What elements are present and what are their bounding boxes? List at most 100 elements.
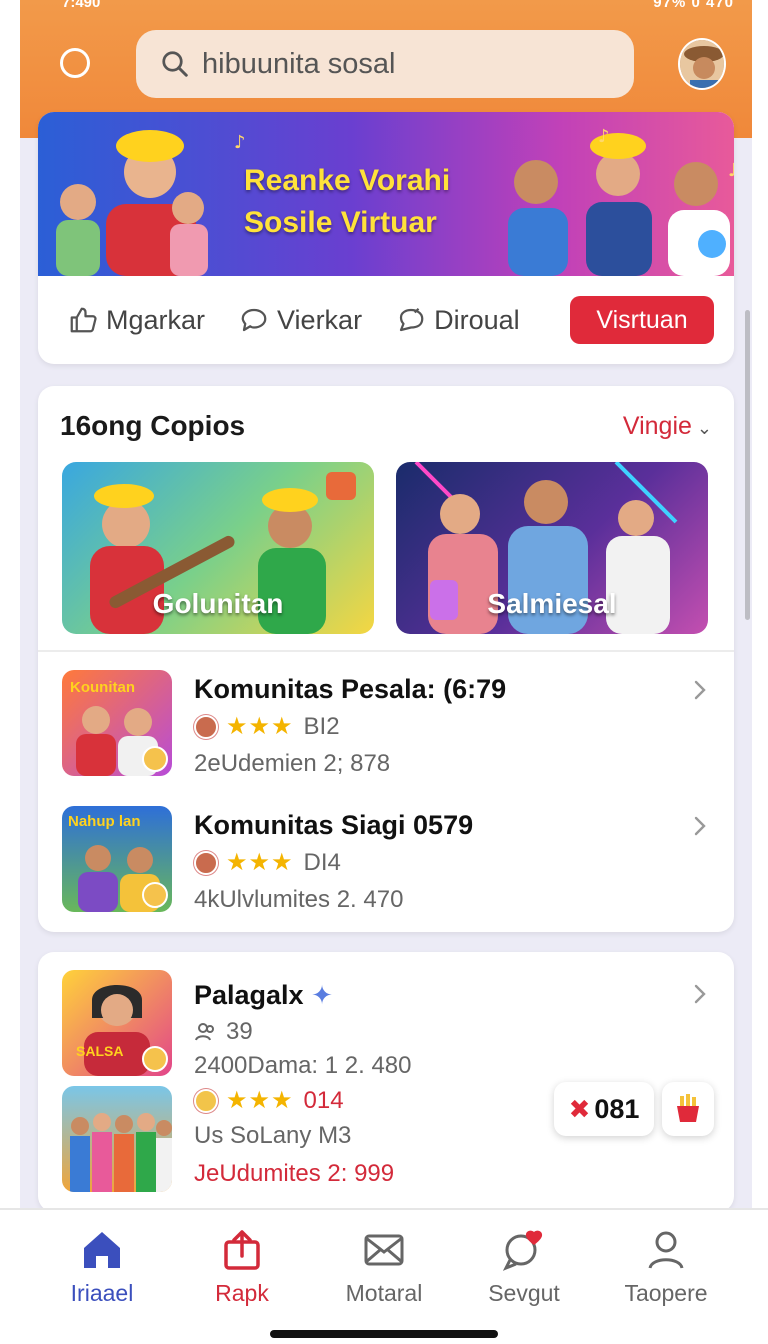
nav-home[interactable]: Iriaael — [32, 1226, 172, 1307]
community-subtitle: 2eUdemien 2; 878 — [194, 750, 391, 777]
banner-title: Reanke Vorahi Sosile Virtuar — [244, 160, 450, 244]
nav-mail-label: Motaral — [345, 1280, 423, 1306]
badge-icon — [194, 1088, 218, 1113]
music-badge-icon — [142, 746, 168, 772]
group-line-3: JeUdumites 2: 999 — [194, 1160, 395, 1187]
star-rating-icon: ★★★ — [226, 713, 294, 740]
group-rating: ★★★ 014 — [194, 1086, 344, 1115]
nav-chat[interactable]: Sevgut — [454, 1226, 594, 1307]
section-title: 16ong Copios — [60, 410, 246, 441]
share-bubble-icon — [399, 307, 424, 332]
group-photo — [62, 1086, 172, 1192]
divider — [38, 650, 734, 652]
status-bar: 7:490 97% 0 470 — [20, 0, 752, 14]
banner-title-line-2: Sosile Virtuar — [244, 206, 437, 239]
sparkle-icon: ✦ — [311, 980, 333, 1010]
svg-text:♪: ♪ — [234, 132, 246, 153]
group-members: 39 — [194, 1018, 253, 1046]
visit-button[interactable]: Visrtuan — [570, 296, 714, 344]
mail-icon — [364, 1234, 404, 1266]
action-comment[interactable]: Vierkar — [239, 305, 362, 336]
group-card[interactable]: SALSA Palagalx ✦ 39 2400Dama: 1 2. 480 ★… — [38, 952, 734, 1212]
banner-title-line-1: Reanke Vorahi — [244, 164, 451, 197]
chevron-right-icon[interactable] — [690, 814, 710, 838]
pill-value: 081 — [594, 1093, 640, 1124]
thumbs-up-icon — [70, 307, 97, 333]
community-title: Komunitas Siagi 0579 — [194, 810, 474, 840]
profile-icon — [648, 1231, 684, 1269]
badge-icon — [194, 850, 218, 875]
community-title: Komunitas Pesala: (6:79 — [194, 674, 507, 704]
community-thumb-label: Nahup lan — [68, 813, 141, 830]
svg-text:♪: ♪ — [598, 126, 610, 147]
action-comment-label: Vierkar — [277, 304, 363, 335]
chevron-right-icon[interactable] — [690, 678, 710, 702]
rating-code: DI4 — [303, 848, 341, 876]
floating-count-pill[interactable]: ✖ 081 — [554, 1082, 654, 1136]
nav-chat-label: Sevgut — [488, 1280, 560, 1306]
tile-1-label: Golunitan — [152, 588, 284, 619]
banner-actions: Mgarkar Vierkar Diroual Visrtuan — [38, 276, 734, 364]
community-thumbnail: Kounitan — [62, 670, 172, 776]
section-filter-dropdown[interactable]: Vingie ⌄ — [623, 412, 712, 441]
community-thumb-label: Kounitan — [70, 679, 135, 696]
communities-card: 16ong Copios Vingie ⌄ Golunitan Salmiesa… — [38, 386, 734, 932]
category-tile-1[interactable]: Golunitan — [62, 462, 374, 634]
group-line-2: Us SoLany M3 — [194, 1122, 352, 1149]
banner-image[interactable]: ♪ ♪ ♪ Reanke Vorahi Sosile Virtuar — [38, 112, 734, 276]
scrollbar[interactable] — [745, 310, 750, 620]
menu-circle-icon[interactable] — [60, 48, 90, 78]
member-count: 39 — [226, 1018, 253, 1045]
bottom-navigation: Iriaael Rapk Motaral Sevgut Taopere — [0, 1208, 768, 1344]
chevron-right-icon[interactable] — [690, 982, 710, 1006]
featured-banner-card: ♪ ♪ ♪ Reanke Vorahi Sosile Virtuar Mgark… — [38, 112, 734, 364]
action-like[interactable]: Mgarkar — [68, 305, 205, 336]
community-subtitle: 4kUlvlumites 2. 470 — [194, 886, 404, 913]
comment-icon — [241, 308, 267, 332]
list-item[interactable]: Kounitan Komunitas Pesala: (6:79 ★★★ BI2… — [38, 670, 734, 782]
status-time: 7:490 — [62, 0, 101, 11]
search-icon — [162, 51, 188, 77]
search-bar[interactable]: hibuunita sosal — [136, 30, 634, 98]
community-rating: ★★★ DI4 — [194, 848, 341, 877]
section-filter-label: Vingie — [622, 412, 692, 440]
rating-code: 014 — [303, 1086, 344, 1114]
home-icon — [84, 1232, 120, 1268]
tile-2-label: Salmiesal — [487, 588, 617, 619]
chat-heart-icon — [502, 1230, 543, 1271]
action-like-label: Mgarkar — [106, 304, 206, 335]
group-thumb-label: SALSA — [76, 1043, 123, 1059]
community-rating: ★★★ BI2 — [194, 712, 340, 741]
list-item[interactable]: Nahup lan Komunitas Siagi 0579 ★★★ DI4 4… — [38, 806, 734, 918]
nav-share[interactable]: Rapk — [172, 1226, 312, 1307]
community-thumbnail: Nahup lan — [62, 806, 172, 912]
share-box-icon — [224, 1230, 260, 1270]
nav-mail[interactable]: Motaral — [314, 1226, 454, 1307]
nav-profile[interactable]: Taopere — [596, 1226, 736, 1307]
badge-icon — [194, 714, 218, 739]
group-line-1: 2400Dama: 1 2. 480 — [194, 1052, 412, 1079]
search-input[interactable]: hibuunita sosal — [202, 48, 395, 81]
chevron-down-icon: ⌄ — [691, 418, 712, 438]
group-photo-image — [70, 1113, 172, 1192]
nav-share-label: Rapk — [215, 1280, 269, 1306]
star-rating-icon: ★★★ — [226, 1087, 294, 1114]
music-badge-icon — [142, 882, 168, 908]
action-share-label: Diroual — [434, 304, 520, 335]
cross-icon: ✖ — [568, 1093, 591, 1124]
rating-code: BI2 — [303, 712, 340, 740]
status-indicators: 97% 0 470 — [653, 0, 734, 11]
avatar[interactable] — [678, 38, 726, 90]
svg-text:♪: ♪ — [728, 160, 734, 181]
home-indicator[interactable] — [270, 1330, 498, 1338]
action-share[interactable]: Diroual — [396, 305, 520, 336]
fries-icon-button[interactable] — [662, 1082, 714, 1136]
category-tile-2[interactable]: Salmiesal — [396, 462, 708, 634]
people-icon — [195, 1023, 214, 1041]
group-title: Palagalx ✦ — [194, 980, 333, 1011]
group-title-text: Palagalx — [194, 980, 304, 1010]
music-badge-icon — [142, 1046, 168, 1072]
star-rating-icon: ★★★ — [226, 849, 294, 876]
nav-home-label: Iriaael — [70, 1280, 134, 1306]
fries-icon — [677, 1094, 699, 1122]
